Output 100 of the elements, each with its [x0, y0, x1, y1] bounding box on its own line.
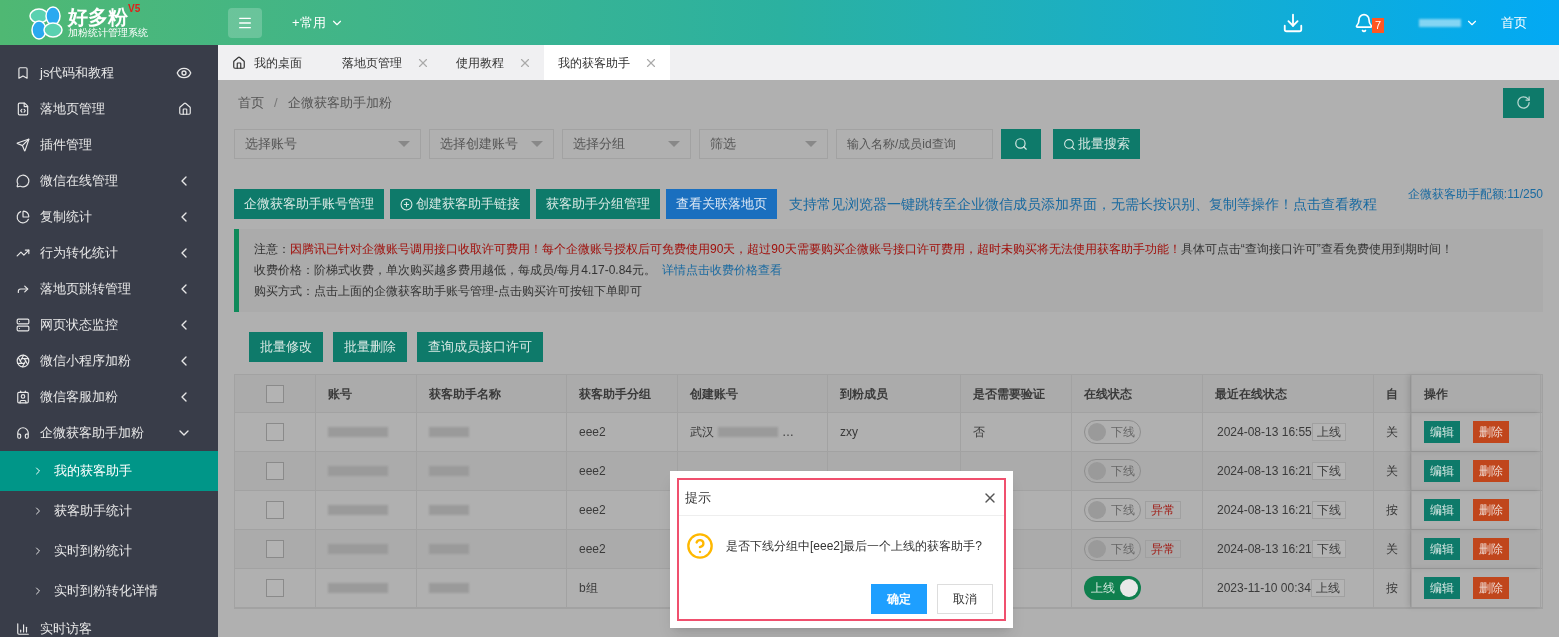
action-button[interactable]: 获客助手分组管理: [536, 189, 660, 219]
sidebar-item[interactable]: 落地页跳转管理: [0, 271, 218, 307]
edit-button[interactable]: 编辑: [1424, 460, 1460, 482]
plus-circle-icon: [400, 197, 413, 211]
sidebar-item[interactable]: 复制统计: [0, 199, 218, 235]
search-button[interactable]: [1001, 129, 1041, 159]
sidebar-item[interactable]: 微信客服加粉: [0, 379, 218, 415]
row-checkbox[interactable]: [266, 423, 284, 441]
caret-icon: [531, 141, 543, 147]
action-button[interactable]: 创建获客助手链接: [390, 189, 530, 219]
table-cell-text: b组: [579, 580, 598, 597]
table-action-button[interactable]: 批量修改: [249, 332, 323, 362]
select-all-checkbox[interactable]: [266, 384, 284, 403]
table-action-button[interactable]: 查询成员接口许可: [417, 332, 543, 362]
sidebar-item[interactable]: 企微获客助手加粉: [0, 415, 218, 451]
quick-menu-button[interactable]: +常用: [292, 12, 344, 33]
select-field[interactable]: 选择创建账号: [429, 129, 554, 159]
refresh-icon: [1516, 95, 1531, 110]
notice-line: 收费价格：阶梯式收费，单次购买越多费用越低，每成员/每月4.17-0.84元。 详情点击收费价格查看: [254, 262, 784, 279]
column-header: 到粉成员: [840, 385, 888, 403]
sidebar-item[interactable]: 落地页管理: [0, 91, 218, 127]
delete-button[interactable]: 删除: [1473, 499, 1509, 521]
sidebar-item[interactable]: 插件管理: [0, 127, 218, 163]
table-cell-text: 关: [1386, 541, 1398, 558]
search-field[interactable]: 输入名称/成员id查询: [836, 129, 993, 159]
quota-text: 企微获客助手配额:11/250: [1407, 186, 1543, 203]
action-button[interactable]: 企微获客助手账号管理: [234, 189, 384, 219]
select-field[interactable]: 选择分组: [562, 129, 691, 159]
column-header: 在线状态: [1084, 385, 1132, 403]
pricing-link[interactable]: 详情点击收费价格查看: [662, 263, 783, 277]
refresh-button[interactable]: [1503, 87, 1544, 118]
cancel-button[interactable]: 取消: [937, 584, 993, 614]
logo-title: 好多粉: [68, 7, 128, 27]
table-cell-text: 按: [1386, 580, 1398, 597]
sidebar-subitem[interactable]: 获客助手统计: [0, 491, 218, 531]
column-header: 是否需要验证: [973, 385, 1045, 403]
search-icon: [1014, 137, 1028, 151]
download-icon[interactable]: [1282, 11, 1304, 34]
confirm-button[interactable]: 确定: [871, 584, 927, 614]
table-cell-text: 否: [973, 424, 985, 441]
status-tag: 下线: [1311, 540, 1346, 558]
status-toggle[interactable]: 上线: [1084, 576, 1141, 600]
column-header: 最近在线状态: [1215, 385, 1287, 403]
table-cell-text: zxy: [840, 424, 858, 441]
row-checkbox[interactable]: [266, 462, 284, 480]
tab[interactable]: 我的桌面: [218, 45, 328, 80]
tab[interactable]: 使用教程: [442, 45, 544, 80]
contact-icon: [16, 390, 30, 404]
select-field[interactable]: 筛选: [699, 129, 828, 159]
sidebar-item[interactable]: 微信小程序加粉: [0, 343, 218, 379]
sidebar-item[interactable]: 网页状态监控: [0, 307, 218, 343]
status-tag: 上线: [1310, 579, 1345, 597]
table-cell-text: 关: [1386, 463, 1398, 480]
breadcrumb-item[interactable]: 首页: [238, 92, 264, 113]
send-icon: [16, 138, 30, 152]
status-tag: 下线: [1311, 501, 1346, 519]
sidebar-item[interactable]: 行为转化统计: [0, 235, 218, 271]
edit-button[interactable]: 编辑: [1424, 499, 1460, 521]
chat-icon: [16, 174, 30, 188]
delete-button[interactable]: 删除: [1473, 538, 1509, 560]
delete-button[interactable]: 删除: [1473, 421, 1509, 443]
edit-button[interactable]: 编辑: [1424, 577, 1460, 599]
caret-icon: [668, 141, 680, 147]
question-icon: [686, 532, 714, 560]
home-link[interactable]: 首页: [1501, 12, 1527, 33]
edit-button[interactable]: 编辑: [1424, 421, 1460, 443]
aperture-icon: [16, 354, 30, 368]
abnormal-tag: 异常: [1145, 540, 1181, 558]
edit-button[interactable]: 编辑: [1424, 538, 1460, 560]
table-cell-text: 2024-08-13 16:55: [1217, 424, 1312, 441]
tab[interactable]: 我的获客助手: [544, 45, 670, 80]
column-header: 操作: [1424, 385, 1448, 403]
sidebar-item[interactable]: js代码和教程: [0, 55, 218, 91]
tab[interactable]: 落地页管理: [328, 45, 442, 80]
column-header: 账号: [328, 385, 352, 403]
column-header: 获客助手分组: [579, 385, 651, 403]
row-checkbox[interactable]: [266, 540, 284, 558]
column-header: 创建账号: [690, 385, 738, 403]
batch-search-button[interactable]: 批量搜索: [1053, 129, 1140, 159]
sidebar-item[interactable]: 微信在线管理: [0, 163, 218, 199]
delete-button[interactable]: 删除: [1473, 577, 1509, 599]
blurred-username[interactable]: [1419, 18, 1461, 27]
sidebar-subitem[interactable]: 我的获客助手: [0, 451, 218, 491]
sidebar-subitem[interactable]: 实时到粉统计: [0, 531, 218, 571]
code-file-icon: [16, 102, 30, 116]
sidebar-subitem[interactable]: 实时到粉转化详情: [0, 571, 218, 611]
table-action-button[interactable]: 批量删除: [333, 332, 407, 362]
version-label: V5: [128, 4, 141, 14]
table-cell-text: 按: [1386, 502, 1398, 519]
menu-toggle-button[interactable]: [228, 7, 262, 38]
status-tag: 上线: [1311, 423, 1346, 441]
sidebar-item[interactable]: 实时访客: [0, 611, 218, 637]
select-field[interactable]: 选择账号: [234, 129, 421, 159]
table-cell-text: 2023-11-10 00:34: [1217, 580, 1311, 597]
row-checkbox[interactable]: [266, 501, 284, 519]
row-checkbox[interactable]: [266, 579, 284, 597]
tutorial-link[interactable]: 支持常见浏览器一键跳转至企业微信成员添加界面，无需长按识别、复制等操作！点击查看教程: [789, 193, 1377, 215]
delete-button[interactable]: 删除: [1473, 460, 1509, 482]
action-button[interactable]: 查看关联落地页: [666, 189, 777, 219]
bell-icon[interactable]: [1354, 12, 1374, 33]
